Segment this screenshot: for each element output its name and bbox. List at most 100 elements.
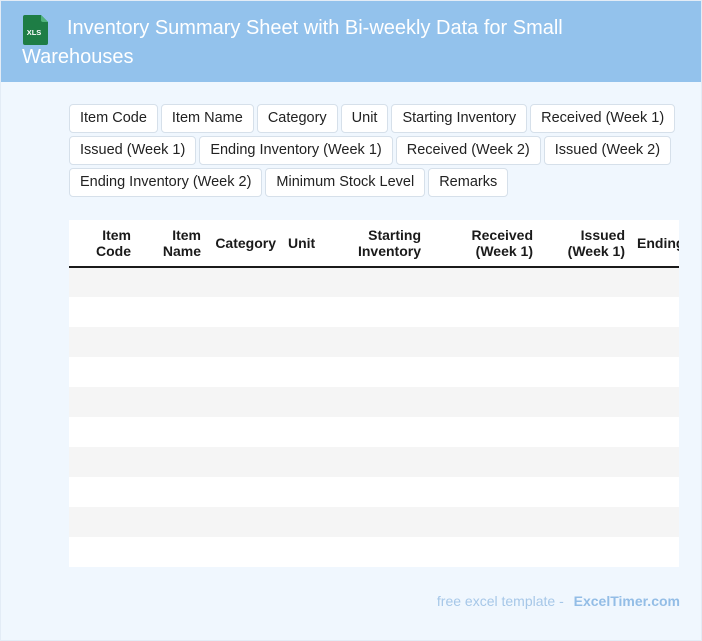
table-cell[interactable] xyxy=(69,417,139,447)
table-cell[interactable] xyxy=(284,447,329,477)
table-cell[interactable] xyxy=(429,327,541,357)
table-cell[interactable] xyxy=(209,327,284,357)
field-chip-category[interactable]: Category xyxy=(256,104,338,133)
table-cell[interactable] xyxy=(429,477,541,507)
table-cell[interactable] xyxy=(139,267,209,297)
table-cell[interactable] xyxy=(69,267,139,297)
table-cell[interactable] xyxy=(429,447,541,477)
table-cell[interactable] xyxy=(429,267,541,297)
table-cell[interactable] xyxy=(429,357,541,387)
column-header-issued-week-1[interactable]: Issued (Week 1) xyxy=(541,220,633,268)
column-header-unit[interactable]: Unit xyxy=(284,220,329,268)
field-chip-item-name[interactable]: Item Name xyxy=(160,104,254,133)
table-cell[interactable] xyxy=(429,297,541,327)
table-cell[interactable] xyxy=(541,417,633,447)
table-cell[interactable] xyxy=(633,507,679,537)
table-cell[interactable] xyxy=(69,447,139,477)
table-cell[interactable] xyxy=(633,267,679,297)
table-cell[interactable] xyxy=(429,387,541,417)
table-cell[interactable] xyxy=(633,297,679,327)
table-cell[interactable] xyxy=(284,537,329,567)
field-chip-unit[interactable]: Unit xyxy=(340,104,389,133)
table-cell[interactable] xyxy=(633,387,679,417)
table-cell[interactable] xyxy=(541,297,633,327)
column-header-item-code[interactable]: Item Code xyxy=(69,220,139,268)
table-cell[interactable] xyxy=(284,507,329,537)
table-cell[interactable] xyxy=(284,477,329,507)
table-cell[interactable] xyxy=(139,357,209,387)
table-cell[interactable] xyxy=(429,537,541,567)
table-cell[interactable] xyxy=(139,297,209,327)
table-cell[interactable] xyxy=(139,327,209,357)
field-chip-item-code[interactable]: Item Code xyxy=(69,104,158,133)
field-chip-issued-week-1[interactable]: Issued (Week 1) xyxy=(69,136,197,165)
table-cell[interactable] xyxy=(541,387,633,417)
table-cell[interactable] xyxy=(209,357,284,387)
column-header-category[interactable]: Category xyxy=(209,220,284,268)
table-cell[interactable] xyxy=(329,327,429,357)
table-cell[interactable] xyxy=(633,447,679,477)
field-chip-received-week-1[interactable]: Received (Week 1) xyxy=(530,104,676,133)
table-cell[interactable] xyxy=(541,327,633,357)
table-cell[interactable] xyxy=(284,327,329,357)
table-cell[interactable] xyxy=(541,267,633,297)
table-cell[interactable] xyxy=(139,507,209,537)
column-header-starting-inventory[interactable]: Starting Inventory xyxy=(329,220,429,268)
table-cell[interactable] xyxy=(329,507,429,537)
table-cell[interactable] xyxy=(329,267,429,297)
table-cell[interactable] xyxy=(69,327,139,357)
table-cell[interactable] xyxy=(633,477,679,507)
table-cell[interactable] xyxy=(284,387,329,417)
table-cell[interactable] xyxy=(284,357,329,387)
table-cell[interactable] xyxy=(284,297,329,327)
field-chip-received-week-2[interactable]: Received (Week 2) xyxy=(395,136,541,165)
table-cell[interactable] xyxy=(429,417,541,447)
table-cell[interactable] xyxy=(429,507,541,537)
table-cell[interactable] xyxy=(329,357,429,387)
table-cell[interactable] xyxy=(69,537,139,567)
inventory-table-container[interactable]: Item Code Item Name Category Unit Starting I… xyxy=(69,220,679,567)
table-cell[interactable] xyxy=(209,417,284,447)
table-cell[interactable] xyxy=(633,537,679,567)
table-cell[interactable] xyxy=(541,477,633,507)
table-cell[interactable] xyxy=(209,297,284,327)
table-cell[interactable] xyxy=(329,297,429,327)
table-cell[interactable] xyxy=(209,477,284,507)
table-cell[interactable] xyxy=(69,357,139,387)
table-cell[interactable] xyxy=(633,417,679,447)
table-cell[interactable] xyxy=(541,537,633,567)
table-cell[interactable] xyxy=(329,537,429,567)
field-chip-remarks[interactable]: Remarks xyxy=(428,168,509,197)
table-cell[interactable] xyxy=(139,447,209,477)
table-cell[interactable] xyxy=(329,477,429,507)
table-cell[interactable] xyxy=(139,387,209,417)
table-cell[interactable] xyxy=(209,507,284,537)
table-cell[interactable] xyxy=(541,447,633,477)
table-cell[interactable] xyxy=(284,417,329,447)
table-cell[interactable] xyxy=(541,507,633,537)
field-chip-minimum-stock-level[interactable]: Minimum Stock Level xyxy=(265,168,426,197)
table-cell[interactable] xyxy=(209,447,284,477)
column-header-item-name[interactable]: Item Name xyxy=(139,220,209,268)
field-chip-ending-inventory-week-2[interactable]: Ending Inventory (Week 2) xyxy=(69,168,263,197)
field-chip-ending-inventory-week-1[interactable]: Ending Inventory (Week 1) xyxy=(199,136,393,165)
table-cell[interactable] xyxy=(69,477,139,507)
table-cell[interactable] xyxy=(284,267,329,297)
table-cell[interactable] xyxy=(209,387,284,417)
field-chip-starting-inventory[interactable]: Starting Inventory xyxy=(391,104,528,133)
table-cell[interactable] xyxy=(633,357,679,387)
table-cell[interactable] xyxy=(209,537,284,567)
footer-brand-link[interactable]: ExcelTimer.com xyxy=(574,593,680,609)
table-cell[interactable] xyxy=(139,537,209,567)
table-cell[interactable] xyxy=(541,357,633,387)
column-header-ending-inventory-week-1[interactable]: Ending Inventory (Week 1) xyxy=(633,220,679,268)
table-cell[interactable] xyxy=(329,417,429,447)
column-header-received-week-1[interactable]: Received (Week 1) xyxy=(429,220,541,268)
field-chip-issued-week-2[interactable]: Issued (Week 2) xyxy=(543,136,672,165)
table-cell[interactable] xyxy=(329,387,429,417)
table-cell[interactable] xyxy=(69,507,139,537)
table-cell[interactable] xyxy=(69,387,139,417)
table-cell[interactable] xyxy=(139,477,209,507)
table-cell[interactable] xyxy=(329,447,429,477)
table-cell[interactable] xyxy=(69,297,139,327)
